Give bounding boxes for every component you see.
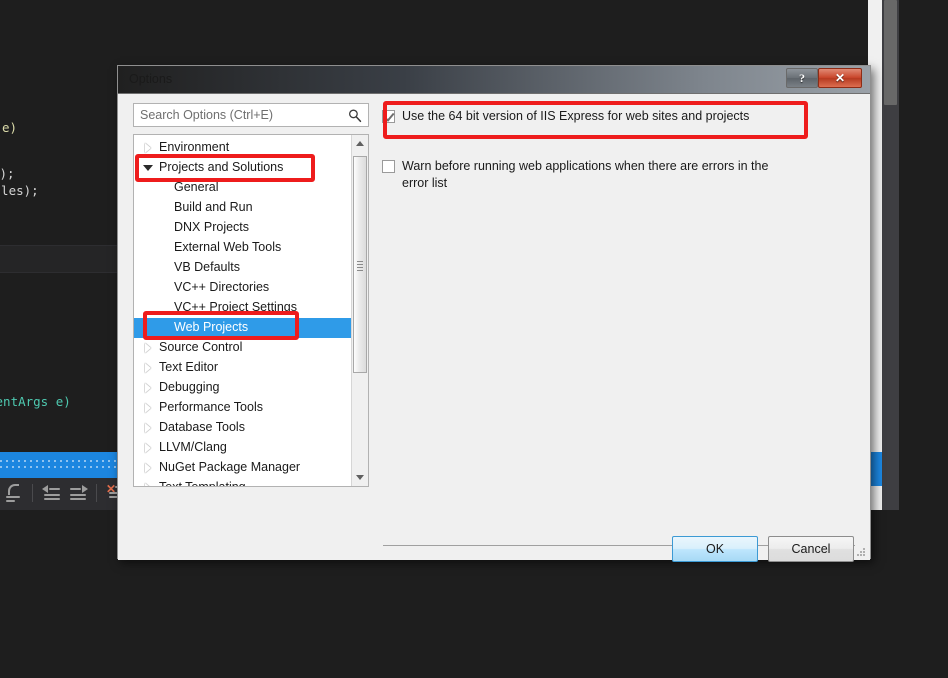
toolbar-separator xyxy=(32,484,33,502)
tree-item-label: Projects and Solutions xyxy=(159,160,284,174)
dialog-body: Search Options (Ctrl+E) Environment Proj… xyxy=(118,94,870,562)
tree-item-label: Build and Run xyxy=(174,200,253,214)
chevron-right-icon[interactable] xyxy=(145,483,151,486)
code-line: ndles); xyxy=(0,183,39,198)
tree-item-source-control[interactable]: Source Control xyxy=(134,338,353,358)
options-category-tree[interactable]: Environment Projects and Solutions Gener… xyxy=(133,134,369,487)
tree-item-label: DNX Projects xyxy=(174,220,250,234)
chevron-right-icon[interactable] xyxy=(145,363,151,373)
chevron-right-icon[interactable] xyxy=(145,383,151,393)
resize-grip[interactable] xyxy=(855,546,867,558)
tree-item-vcpp-project-settings[interactable]: VC++ Project Settings xyxy=(134,298,353,318)
triangle-down-icon xyxy=(356,475,364,480)
tree-item-external-web-tools[interactable]: External Web Tools xyxy=(134,238,353,258)
code-line: ventArgs e) xyxy=(0,394,71,409)
tree-item-text-templating[interactable]: Text Templating xyxy=(134,478,353,487)
search-icon[interactable] xyxy=(348,108,362,123)
dialog-titlebar[interactable]: Options ? ✕ xyxy=(118,66,870,94)
tree-item-web-projects[interactable]: Web Projects xyxy=(134,318,353,338)
tree-item-build-and-run[interactable]: Build and Run xyxy=(134,198,353,218)
tree-item-label: Text Editor xyxy=(159,360,219,374)
toolbar-separator xyxy=(96,484,97,502)
scrollbar-thumb[interactable] xyxy=(353,156,367,373)
triangle-up-icon xyxy=(356,141,364,146)
option-label: Warn before running web applications whe… xyxy=(402,159,769,190)
tree-item-vcpp-directories[interactable]: VC++ Directories xyxy=(134,278,353,298)
tree-item-label: Database Tools xyxy=(159,420,245,434)
ok-button[interactable]: OK xyxy=(672,536,758,562)
tree-item-label: Environment xyxy=(159,140,230,154)
options-dialog[interactable]: Options ? ✕ Search Options (Ctrl+E) Envi… xyxy=(117,65,871,562)
tree-item-performance-tools[interactable]: Performance Tools xyxy=(134,398,353,418)
tree-item-llvm-clang[interactable]: LLVM/Clang xyxy=(134,438,353,458)
search-options-box[interactable]: Search Options (Ctrl+E) xyxy=(133,103,369,127)
scroll-down-button[interactable] xyxy=(352,469,368,486)
close-button[interactable]: ✕ xyxy=(818,68,862,88)
tree-item-debugging[interactable]: Debugging xyxy=(134,378,353,398)
tree-item-projects-and-solutions[interactable]: Projects and Solutions xyxy=(134,158,353,178)
increase-indent-icon[interactable] xyxy=(70,484,90,502)
tree-item-label: Debugging xyxy=(159,380,220,394)
tree-item-label: Performance Tools xyxy=(159,400,263,414)
chevron-right-icon[interactable] xyxy=(145,443,151,453)
chevron-right-icon[interactable] xyxy=(145,343,151,353)
tree-item-label: General xyxy=(174,180,219,194)
undo-indent-icon[interactable] xyxy=(5,484,25,502)
tree-item-dnx-projects[interactable]: DNX Projects xyxy=(134,218,353,238)
chevron-down-icon[interactable] xyxy=(143,165,153,171)
tree-item-label: VB Defaults xyxy=(174,260,241,274)
scrollbar-thumb[interactable] xyxy=(884,0,897,105)
help-button[interactable]: ? xyxy=(786,68,818,88)
chevron-right-icon[interactable] xyxy=(145,403,151,413)
code-line: e) xyxy=(2,120,18,135)
decrease-indent-icon[interactable] xyxy=(42,484,62,502)
tree-item-label: Text Templating xyxy=(159,480,246,487)
tree-item-label: Source Control xyxy=(159,340,243,354)
checkbox-warn-before-running-web-apps[interactable] xyxy=(382,160,395,173)
cancel-button[interactable]: Cancel xyxy=(768,536,854,562)
editor-vertical-scrollbar[interactable] xyxy=(882,0,899,510)
tree-item-text-editor[interactable]: Text Editor xyxy=(134,358,353,378)
tree-item-label: Web Projects xyxy=(174,320,249,334)
tree-item-database-tools[interactable]: Database Tools xyxy=(134,418,353,438)
checkbox-use-64bit-iis-express[interactable] xyxy=(382,110,395,123)
chevron-right-icon[interactable] xyxy=(145,423,151,433)
tree-item-environment[interactable]: Environment xyxy=(134,138,353,158)
tree-vertical-scrollbar[interactable] xyxy=(351,135,368,486)
tree-item-label: External Web Tools xyxy=(174,240,282,254)
search-input[interactable]: Search Options (Ctrl+E) xyxy=(140,108,273,122)
code-line: s); xyxy=(0,166,15,181)
tree-item-label: VC++ Directories xyxy=(174,280,270,294)
chevron-right-icon[interactable] xyxy=(145,463,151,473)
tree-item-label: VC++ Project Settings xyxy=(174,300,297,314)
tree-item-general[interactable]: General xyxy=(134,178,353,198)
tree-item-label: LLVM/Clang xyxy=(159,440,227,454)
scroll-up-button[interactable] xyxy=(352,135,368,152)
dialog-title: Options xyxy=(129,72,173,86)
option-label: Use the 64 bit version of IIS Express fo… xyxy=(402,109,750,123)
tree-item-label: NuGet Package Manager xyxy=(159,460,301,474)
tree-item-nuget-package-manager[interactable]: NuGet Package Manager xyxy=(134,458,353,478)
chevron-right-icon[interactable] xyxy=(145,143,151,153)
web-projects-options-pane: Use the 64 bit version of IIS Express fo… xyxy=(382,103,856,487)
tree-item-vb-defaults[interactable]: VB Defaults xyxy=(134,258,353,278)
